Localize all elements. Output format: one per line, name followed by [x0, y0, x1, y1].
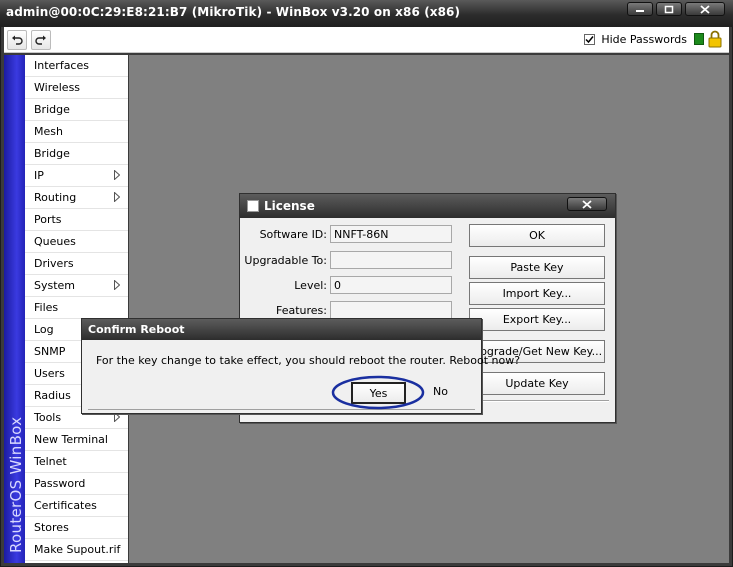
software-id-field[interactable]: NNFT-86N	[330, 225, 452, 243]
menu-item-label: SNMP	[34, 345, 66, 358]
hide-passwords-checkbox[interactable]	[584, 34, 596, 45]
main-menu: Interfaces Wireless Bridge Mesh Bridge IP Rout…	[25, 55, 128, 563]
menu-item-mesh[interactable]: Mesh	[25, 121, 128, 143]
title-bar[interactable]: admin@00:0C:29:E8:21:B7 (MikroTik) - Win…	[0, 0, 733, 27]
license-close-button[interactable]	[567, 197, 607, 211]
features-label: Features:	[275, 304, 327, 317]
window-icon	[247, 200, 259, 212]
undo-icon	[12, 35, 23, 45]
menu-item-interfaces[interactable]: Interfaces	[25, 55, 128, 77]
menu-item-label: Mesh	[34, 125, 63, 138]
menu-item-bridge[interactable]: Bridge	[25, 143, 128, 165]
menu-item-password[interactable]: Password	[25, 473, 128, 495]
routeros-brand-strip: RouterOS WinBox	[4, 55, 25, 563]
redo-button[interactable]	[31, 30, 51, 50]
hide-passwords-label: Hide Passwords	[601, 33, 687, 46]
submenu-arrow-icon	[114, 192, 120, 202]
menu-item-label: Bridge	[34, 147, 70, 160]
menu-item-label: Bridge	[34, 103, 70, 116]
menu-item-label: New Terminal	[34, 433, 108, 446]
software-id-label: Software ID:	[259, 228, 327, 241]
menu-item-telnet[interactable]: Telnet	[25, 451, 128, 473]
menu-item-files[interactable]: Files	[25, 297, 128, 319]
level-field[interactable]: 0	[330, 276, 452, 294]
upgradable-to-field[interactable]	[330, 251, 452, 269]
window-title: admin@00:0C:29:E8:21:B7 (MikroTik) - Win…	[6, 5, 461, 19]
toolbar: Hide Passwords	[4, 27, 729, 53]
features-field[interactable]	[330, 301, 452, 319]
software-id-row: Software ID: NNFT-86N	[240, 225, 460, 245]
ok-button[interactable]: OK	[469, 224, 605, 247]
menu-item-label: Ports	[34, 213, 62, 226]
checkmark-icon	[585, 36, 594, 44]
menu-item-label: Files	[34, 301, 59, 314]
menu-item-drivers[interactable]: Drivers	[25, 253, 128, 275]
confirm-reboot-title[interactable]: Confirm Reboot	[82, 319, 481, 340]
menu-item-new-terminal[interactable]: New Terminal	[25, 429, 128, 451]
confirm-reboot-message: For the key change to take effect, you s…	[96, 354, 521, 367]
menu-item-label: Queues	[34, 235, 76, 248]
no-button[interactable]: No	[413, 382, 468, 404]
menu-item-ip[interactable]: IP	[25, 165, 128, 187]
level-label: Level:	[294, 279, 327, 292]
window-controls	[627, 2, 725, 16]
import-key-button[interactable]: Import Key...	[469, 282, 605, 305]
hide-passwords-toggle[interactable]: Hide Passwords	[584, 33, 687, 46]
license-titlebar[interactable]: License	[240, 194, 615, 218]
menu-item-ports[interactable]: Ports	[25, 209, 128, 231]
confirm-reboot-dialog: Confirm Reboot For the key change to tak…	[81, 318, 520, 414]
upgradable-to-row: Upgradable To:	[240, 251, 460, 271]
level-row: Level: 0	[240, 276, 460, 296]
menu-item-wireless[interactable]: Wireless	[25, 77, 128, 99]
menu-item-routing[interactable]: Routing	[25, 187, 128, 209]
menu-item-label: Tools	[34, 411, 62, 424]
menu-item-label: Stores	[34, 521, 69, 534]
redo-icon	[35, 35, 46, 45]
export-key-button[interactable]: Export Key...	[469, 308, 605, 331]
menu-item-label: Wireless	[34, 81, 81, 94]
paste-key-button[interactable]: Paste Key	[469, 256, 605, 279]
menu-item-label: Radius	[34, 389, 71, 402]
menu-item-stores[interactable]: Stores	[25, 517, 128, 539]
close-button[interactable]	[685, 2, 725, 16]
menu-item-system[interactable]: System	[25, 275, 128, 297]
menu-item-label: System	[34, 279, 76, 292]
menu-item-queues[interactable]: Queues	[25, 231, 128, 253]
submenu-arrow-icon	[114, 280, 120, 290]
yes-button[interactable]: Yes	[351, 382, 406, 404]
menu-item-label: Users	[34, 367, 65, 380]
menu-item-label: Interfaces	[34, 59, 89, 72]
undo-button[interactable]	[7, 30, 27, 50]
menu-item-label: Drivers	[34, 257, 74, 270]
minimize-button[interactable]	[627, 2, 653, 16]
close-icon	[582, 199, 592, 209]
maximize-button[interactable]	[656, 2, 682, 16]
confirm-divider	[88, 409, 475, 410]
menu-item-label: Make Supout.rif	[34, 543, 121, 556]
menu-item-label: Telnet	[34, 455, 67, 468]
menu-item-label: Certificates	[34, 499, 97, 512]
menu-item-make-supout-rif[interactable]: Make Supout.rif	[25, 539, 128, 561]
connection-status-indicator	[694, 33, 704, 45]
lock-icon	[708, 30, 722, 48]
update-key-button[interactable]: Update Key	[469, 372, 605, 395]
menu-item-label: Routing	[34, 191, 77, 204]
minimize-icon	[636, 10, 644, 12]
menu-item-label: Password	[34, 477, 86, 490]
upgradable-to-label: Upgradable To:	[244, 254, 327, 267]
maximize-icon	[664, 5, 674, 13]
license-title: License	[264, 199, 315, 213]
menu-item-certificates[interactable]: Certificates	[25, 495, 128, 517]
menu-item-label: IP	[34, 169, 44, 182]
menu-item-label: Log	[34, 323, 54, 336]
brand-label: RouterOS WinBox	[7, 416, 25, 553]
menu-item-bridge[interactable]: Bridge	[25, 99, 128, 121]
submenu-arrow-icon	[114, 170, 120, 180]
close-icon	[700, 4, 710, 14]
